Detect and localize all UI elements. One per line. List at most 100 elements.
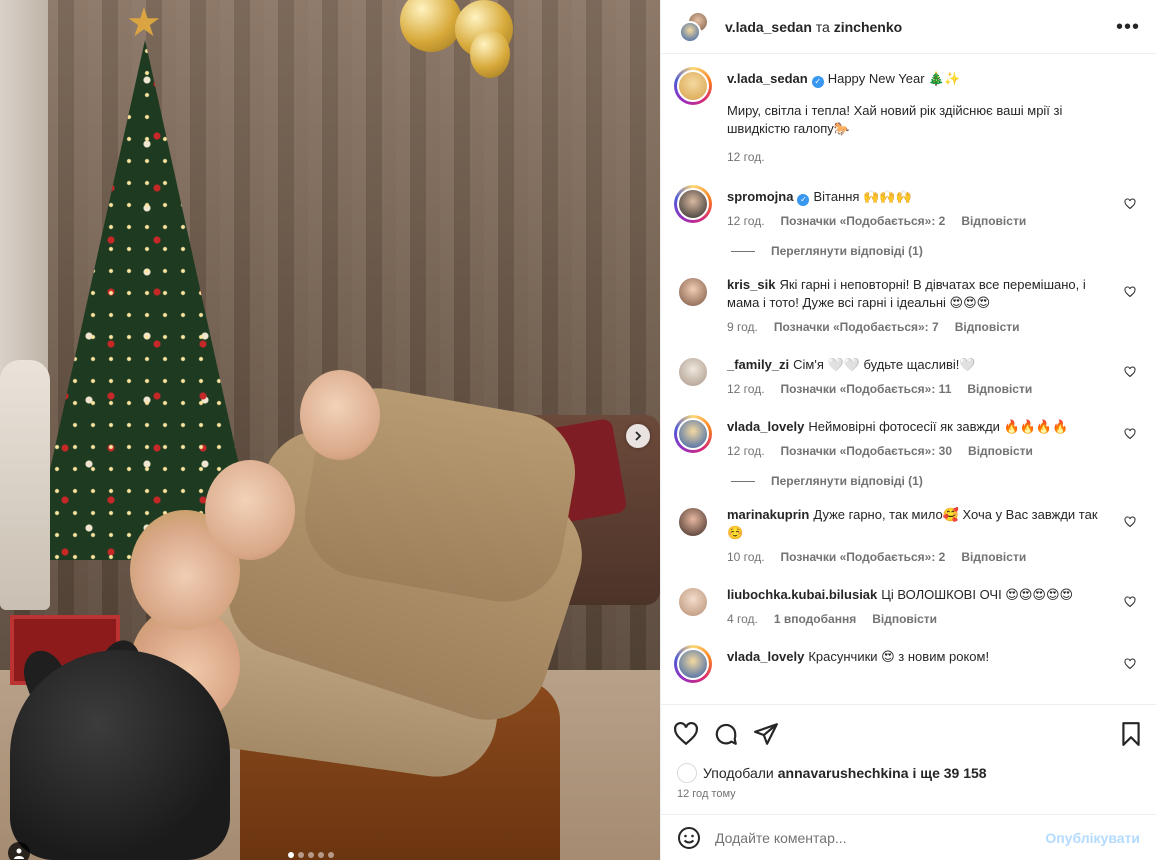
- heart-icon[interactable]: [673, 721, 699, 747]
- comment: liubochka.kubai.bilusiak Ці ВОЛОШКОВІ ОЧІ…: [677, 586, 1140, 628]
- caption: v.lada_sedan ✓ Happy New Year 🎄✨ Миру, сві…: [674, 67, 1140, 166]
- post-photo[interactable]: ★: [0, 0, 660, 860]
- comment-text: Сім'я 🤍🤍 будьте щасливі!🤍: [793, 357, 976, 372]
- avatar[interactable]: [677, 356, 709, 388]
- comment-likes[interactable]: Позначки «Подобається»: 30: [781, 442, 952, 460]
- avatar[interactable]: [677, 276, 709, 308]
- avatar: [677, 648, 709, 680]
- comment-composer: Опублікувати: [661, 814, 1156, 860]
- reply-button[interactable]: Відповісти: [955, 318, 1020, 336]
- comment-text: Вітання 🙌🙌🙌: [813, 189, 912, 204]
- share-icon[interactable]: [753, 721, 779, 747]
- author-link[interactable]: v.lada_sedan: [725, 19, 812, 35]
- like-comment-heart-icon[interactable]: [1124, 366, 1136, 378]
- view-replies-button[interactable]: Переглянути відповіді (1): [731, 474, 1140, 488]
- carousel-dot: [318, 852, 324, 858]
- user-icon: [14, 848, 24, 859]
- comment-meta: 12 год. Позначки «Подобається»: 11 Відпо…: [727, 380, 1114, 398]
- like-comment-heart-icon[interactable]: [1124, 428, 1136, 440]
- caption-title: Happy New Year 🎄✨: [827, 71, 961, 86]
- comment-text: Ці ВОЛОШКОВІ ОЧІ 😍😍😍😍😍: [881, 587, 1074, 602]
- like-comment-heart-icon[interactable]: [1124, 198, 1136, 210]
- more-horizontal-icon[interactable]: •••: [1116, 17, 1140, 37]
- comment-meta: 12 год. Позначки «Подобається»: 30 Відпо…: [727, 442, 1114, 460]
- avatar: [677, 188, 709, 220]
- comment-username[interactable]: v.lada_sedan: [727, 71, 808, 86]
- comment-likes[interactable]: Позначки «Подобається»: 11: [781, 380, 952, 398]
- comment-meta: 10 год. Позначки «Подобається»: 2 Відпов…: [727, 548, 1114, 566]
- reply-button[interactable]: Відповісти: [967, 380, 1032, 398]
- caption-text: Миру, світла і тепла! Хай новий рік здій…: [727, 103, 1063, 136]
- next-photo-button[interactable]: [626, 424, 650, 448]
- carousel-dot: [328, 852, 334, 858]
- child-head: [205, 460, 295, 560]
- likes-user[interactable]: annavarushechkina: [778, 765, 909, 781]
- like-comment-heart-icon[interactable]: [1124, 516, 1136, 528]
- avatar: [677, 276, 709, 308]
- avatar[interactable]: [674, 415, 712, 453]
- avatar[interactable]: [674, 185, 712, 223]
- caption-body: v.lada_sedan ✓ Happy New Year 🎄✨ Миру, сві…: [727, 70, 1140, 166]
- comment-time[interactable]: 10 год.: [727, 548, 765, 566]
- author-link[interactable]: zinchenko: [834, 19, 902, 35]
- comment-body: kris_sik Які гарні і неповторні! В дівчат…: [727, 276, 1140, 336]
- child-head: [300, 370, 380, 460]
- avatar[interactable]: [674, 645, 712, 683]
- comment-time[interactable]: 4 год.: [727, 610, 758, 628]
- comment-time[interactable]: 12 год.: [727, 380, 765, 398]
- like-comment-heart-icon[interactable]: [1124, 658, 1136, 670]
- comment-icon[interactable]: [713, 721, 739, 747]
- likes-summary[interactable]: Уподобали annavarushechkina і ще 39 158: [661, 762, 1156, 784]
- comment-time[interactable]: 12 год.: [727, 442, 765, 460]
- likes-prefix: Уподобали: [703, 765, 774, 781]
- comment: marinakuprin Дуже гарно, так мило🥰 Хоча у…: [677, 506, 1140, 566]
- comment-likes[interactable]: 1 вподобання: [774, 610, 856, 628]
- comment-username[interactable]: spromojna: [727, 189, 793, 204]
- santa-figure: [0, 360, 50, 610]
- comment-body: liubochka.kubai.bilusiak Ці ВОЛОШКОВІ ОЧІ…: [727, 586, 1140, 628]
- like-comment-heart-icon[interactable]: [1124, 596, 1136, 608]
- avatar[interactable]: [674, 67, 712, 105]
- avatar[interactable]: [677, 586, 709, 618]
- post-header: v.lada_sedan та zinchenko •••: [661, 0, 1156, 54]
- comment-username[interactable]: vlada_lovely: [727, 649, 804, 664]
- comment-likes[interactable]: Позначки «Подобається»: 7: [774, 318, 939, 336]
- caption-time: 12 год.: [727, 150, 765, 164]
- reply-button[interactable]: Відповісти: [961, 548, 1026, 566]
- comment-username[interactable]: _family_zi: [727, 357, 789, 372]
- author-separator: та: [815, 18, 830, 35]
- avatar: [677, 763, 697, 783]
- comment-username[interactable]: vlada_lovely: [727, 419, 804, 434]
- avatar[interactable]: [677, 506, 709, 538]
- comment-likes[interactable]: Позначки «Подобається»: 2: [781, 212, 946, 230]
- tagged-users-button[interactable]: [8, 842, 30, 860]
- comment-input[interactable]: [715, 829, 1046, 846]
- like-comment-heart-icon[interactable]: [1124, 286, 1136, 298]
- comment-likes[interactable]: Позначки «Подобається»: 2: [781, 548, 946, 566]
- comment-time[interactable]: 12 год.: [727, 212, 765, 230]
- post-authors: v.lada_sedan та zinchenko: [725, 19, 1116, 35]
- avatar: [677, 418, 709, 450]
- comment-time[interactable]: 9 год.: [727, 318, 758, 336]
- comment-text: Красунчики 😍 з новим роком!: [808, 649, 990, 664]
- carousel-dot: [298, 852, 304, 858]
- comment-meta: 4 год. 1 вподобання Відповісти: [727, 610, 1114, 628]
- gold-balloon: [470, 30, 510, 78]
- emoji-icon[interactable]: [677, 826, 701, 850]
- comment-username[interactable]: marinakuprin: [727, 507, 809, 522]
- comment-username[interactable]: liubochka.kubai.bilusiak: [727, 587, 877, 602]
- collab-avatars[interactable]: [677, 9, 713, 45]
- avatar: [677, 356, 709, 388]
- post-comment-button[interactable]: Опублікувати: [1045, 830, 1140, 846]
- reply-button[interactable]: Відповісти: [961, 212, 1026, 230]
- comments-list: v.lada_sedan ✓ Happy New Year 🎄✨ Миру, сві…: [661, 54, 1156, 704]
- reply-button[interactable]: Відповісти: [872, 610, 937, 628]
- comment-username[interactable]: kris_sik: [727, 277, 775, 292]
- bookmark-icon[interactable]: [1118, 721, 1144, 747]
- comment-body: marinakuprin Дуже гарно, так мило🥰 Хоча у…: [727, 506, 1140, 566]
- comment-meta: 12 год. Позначки «Подобається»: 2 Відпов…: [727, 212, 1114, 230]
- view-replies-button[interactable]: Переглянути відповіді (1): [731, 244, 1140, 258]
- comment: _family_zi Сім'я 🤍🤍 будьте щасливі!🤍 12 г…: [677, 356, 1140, 398]
- reply-button[interactable]: Відповісти: [968, 442, 1033, 460]
- likes-count[interactable]: і ще 39 158: [913, 765, 987, 781]
